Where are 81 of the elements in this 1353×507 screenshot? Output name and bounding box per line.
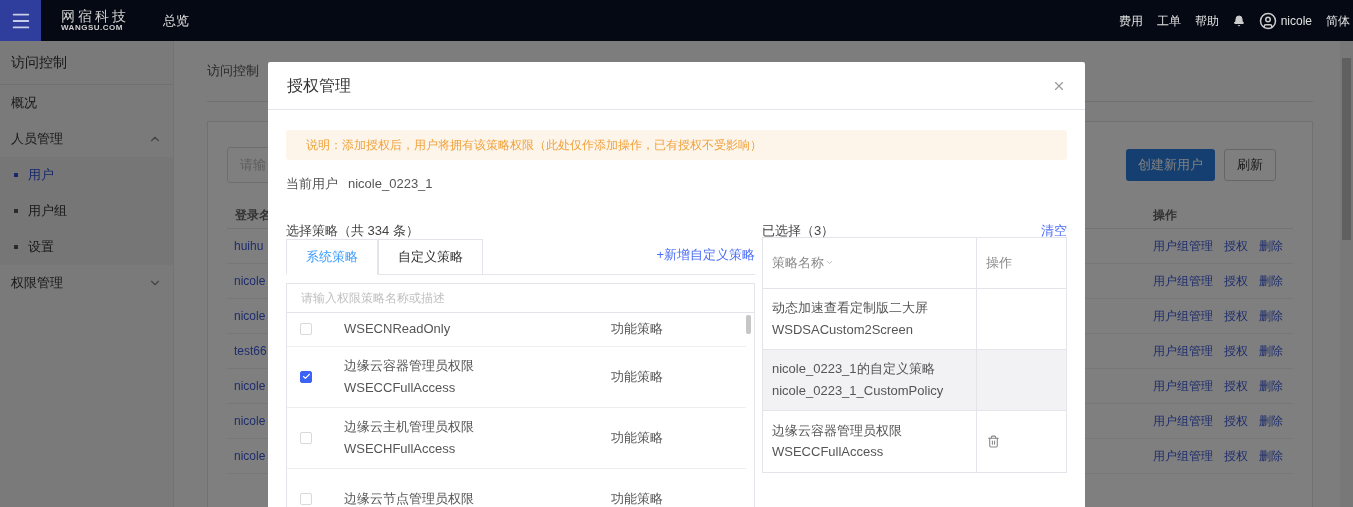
action-link[interactable]: 授权 <box>1224 272 1248 290</box>
sidebar-title: 访问控制 <box>0 41 173 85</box>
sort-icon[interactable] <box>825 258 834 267</box>
column-header: 操作 <box>986 253 1012 272</box>
policy-search-field[interactable]: 请输入权限策略名称或描述 <box>287 283 754 313</box>
policy-name: 边缘云主机管理员权限 <box>344 418 475 436</box>
current-user-value: nicole_0223_1 <box>348 175 433 193</box>
create-user-button[interactable]: 创建新用户 <box>1126 149 1215 181</box>
action-link[interactable]: 删除 <box>1259 272 1283 290</box>
scrollbar[interactable] <box>1340 41 1353 507</box>
notice-bar: 说明：添加授权后，用户将拥有该策略权限（此处仅作添加操作，已有授权不受影响） <box>286 130 1067 160</box>
action-link[interactable]: 用户组管理 <box>1153 237 1213 255</box>
action-link[interactable]: 删除 <box>1259 447 1283 465</box>
current-user-label: 当前用户 <box>286 175 338 193</box>
policy-code: WSECNReadOnly <box>344 320 452 339</box>
nav-link[interactable]: 费用 <box>1118 11 1143 30</box>
policy-name: 边缘云容器管理员权限 <box>772 421 903 440</box>
logo[interactable]: 网宿科技 WANGSU.COM <box>61 9 129 32</box>
policy-code: WSECCFullAccess <box>344 378 457 397</box>
policy-type: 功能策略 <box>611 320 663 339</box>
check-icon <box>301 372 311 381</box>
action-link[interactable]: 授权 <box>1224 342 1248 360</box>
policy-type: 功能策略 <box>611 367 663 386</box>
action-link[interactable]: 删除 <box>1259 412 1283 430</box>
nav-link[interactable]: 帮助 <box>1194 11 1219 30</box>
refresh-button[interactable]: 刷新 <box>1224 149 1276 181</box>
selected-policy-row[interactable]: 动态加速查看定制版二大屏 WSDSACustom2Screen <box>763 288 1066 350</box>
sidebar-subitem[interactable]: 设置 <box>0 229 173 265</box>
nav-link[interactable]: 总览 <box>163 10 189 31</box>
policy-code: WSECCFullAccess <box>772 443 885 461</box>
policy-name: nicole_0223_1的自定义策略 <box>772 360 936 378</box>
selected-policy-row[interactable]: nicole_0223_1的自定义策略 nicole_0223_1_CustomPolicy <box>763 349 1066 411</box>
policy-code: nicole_0223_1_CustomPolicy <box>772 381 945 400</box>
policy-name: 边缘云容器管理员权限 <box>344 357 475 375</box>
sidebar-item[interactable]: 概况 <box>0 85 173 121</box>
action-link[interactable]: 授权 <box>1224 237 1248 255</box>
sidebar-item[interactable]: 权限管理 <box>0 265 173 301</box>
action-link[interactable]: 用户组管理 <box>1153 272 1213 290</box>
sidebar-subitem[interactable]: 用户组 <box>0 193 173 229</box>
action-link[interactable]: 授权 <box>1224 447 1248 465</box>
policy-code: WSDSACustom2Screen <box>772 320 914 339</box>
sidebar-item[interactable]: 人员管理 <box>0 121 173 157</box>
user-name[interactable]: nicole <box>1280 11 1312 30</box>
menu-button[interactable] <box>0 0 41 41</box>
action-link[interactable]: 用户组管理 <box>1153 342 1213 360</box>
action-link[interactable]: 用户组管理 <box>1153 412 1213 430</box>
action-link[interactable]: 删除 <box>1259 342 1283 360</box>
bullet-icon <box>14 245 18 249</box>
action-link[interactable]: 用户组管理 <box>1153 377 1213 395</box>
policy-name: 边缘云节点管理员权限 <box>344 489 475 507</box>
action-link[interactable]: 删除 <box>1259 307 1283 325</box>
column-header: 策略名称 <box>772 253 824 272</box>
action-link[interactable]: 授权 <box>1224 307 1248 325</box>
bell-icon[interactable] <box>1232 14 1245 27</box>
section-title: 选择策略（共 334 条） <box>286 221 420 239</box>
action-link[interactable]: 用户组管理 <box>1153 307 1213 325</box>
policy-name: 动态加速查看定制版二大屏 <box>772 299 929 317</box>
delete-icon[interactable] <box>987 434 1000 448</box>
bullet-icon <box>14 209 18 213</box>
user-avatar-icon[interactable] <box>1258 11 1277 30</box>
tab[interactable]: 系统策略 <box>286 238 378 275</box>
bullet-icon <box>14 173 18 177</box>
tab[interactable]: 自定义策略 <box>378 238 483 275</box>
clear-link[interactable]: 清空 <box>1041 220 1067 239</box>
action-link[interactable]: 删除 <box>1259 377 1283 395</box>
action-link[interactable]: 授权 <box>1224 412 1248 430</box>
action-link[interactable]: 授权 <box>1224 377 1248 395</box>
action-link[interactable]: 用户组管理 <box>1153 447 1213 465</box>
nav-link[interactable]: 工单 <box>1156 11 1181 30</box>
sidebar-subitem[interactable]: 用户 <box>0 157 173 193</box>
column-header: 操作 <box>1153 206 1178 224</box>
dialog-title: 授权管理 <box>287 75 351 96</box>
section-title: 已选择（3） <box>762 221 835 239</box>
breadcrumb[interactable]: 访问控制 <box>207 61 259 81</box>
add-custom-policy-link[interactable]: +新增自定义策略 <box>656 245 755 265</box>
policy-code: WSECHFullAccess <box>344 439 457 458</box>
policy-type: 功能策略 <box>611 428 663 447</box>
language-menu[interactable]: 简体 <box>1326 11 1350 30</box>
checkbox[interactable] <box>300 370 312 383</box>
policy-type: 功能策略 <box>611 489 663 507</box>
action-link[interactable]: 删除 <box>1259 237 1283 255</box>
